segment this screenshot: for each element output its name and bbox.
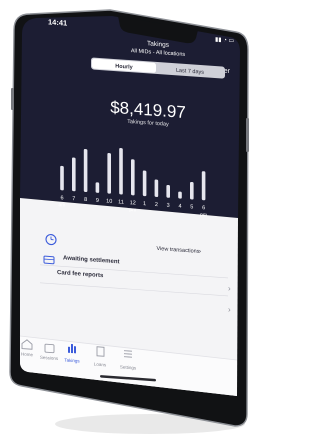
chart-tick-label: 12: [130, 200, 136, 206]
chart-bar: [131, 159, 135, 196]
chart-tick-label: 4: [178, 203, 181, 209]
chart-bar: [60, 165, 64, 191]
chart-period-label: pm: [129, 207, 136, 213]
chart-tick-label: 5: [190, 204, 193, 210]
chevron-right-icon: ›: [199, 249, 201, 255]
chart-bar: [166, 184, 170, 198]
chart-tick-label: 8: [84, 197, 87, 203]
chart-bar: [201, 171, 206, 201]
chart-period-label: pm: [200, 212, 207, 218]
chart-tick-label: 9: [96, 198, 99, 204]
tab-label: Home: [21, 351, 33, 357]
phone-mockup: 14:41 ▮▮ ◔ ▭ Takings All MIDs - All loca…: [9, 9, 249, 434]
chart-bar: [72, 157, 76, 192]
chart-tick-label: 2: [155, 202, 158, 208]
chevron-right-icon: ›: [228, 305, 231, 314]
tab-hourly-label: Hourly: [115, 64, 133, 71]
chart-bar: [119, 148, 123, 195]
chart-bar: [154, 179, 159, 197]
chart-tick-label: 7: [72, 196, 75, 202]
chart-bar: [178, 191, 182, 199]
chart-tick-label: 11: [118, 199, 124, 205]
chevron-right-icon: ›: [228, 284, 231, 293]
takings-icon: [71, 343, 73, 354]
chart-bar: [107, 152, 112, 194]
volume-button: [11, 88, 14, 110]
chart-tick-label: 1: [143, 201, 146, 207]
status-time: 14:41: [48, 17, 67, 27]
chart-period-label: am: [59, 202, 66, 208]
chart-bar: [190, 181, 194, 200]
chart-tick-label: 10: [106, 198, 112, 204]
chart-bar: [95, 182, 100, 193]
chart-tick-label: 6: [202, 205, 205, 211]
tab-label: Loans: [94, 362, 107, 368]
settings-icon: [124, 350, 132, 352]
chart-tick-label: 3: [167, 203, 170, 209]
side-button: [246, 118, 249, 152]
chart-bar: [142, 170, 147, 197]
chart-tick-label: 6: [60, 195, 63, 201]
chart-bar: [83, 149, 88, 193]
